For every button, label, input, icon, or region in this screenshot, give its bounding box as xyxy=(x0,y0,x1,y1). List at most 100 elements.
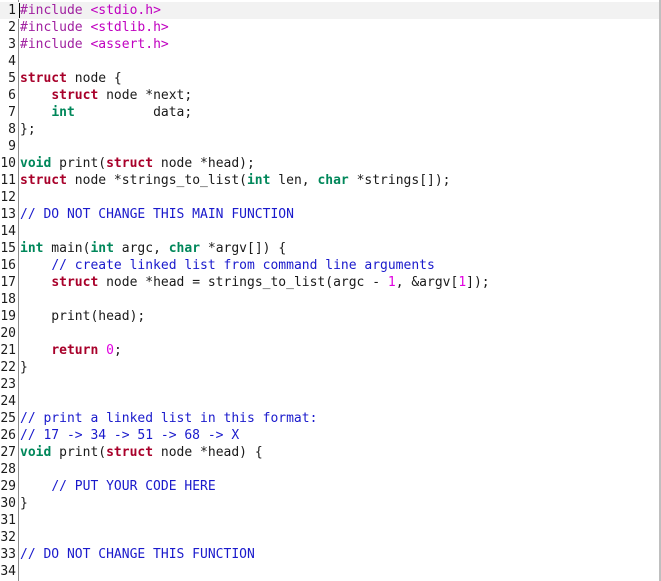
code-token: // DO NOT CHANGE THIS MAIN FUNCTION xyxy=(20,207,294,222)
code-token: <stdlib.h> xyxy=(90,20,169,35)
code-line[interactable]: 20 xyxy=(0,325,659,342)
code-line[interactable]: 7 int data; xyxy=(0,104,659,121)
code-line[interactable]: 12 xyxy=(0,189,659,206)
code-token: void xyxy=(20,445,52,460)
code-text: void print(struct node *head); xyxy=(20,155,255,172)
code-token: // print a linked list in this format: xyxy=(20,411,318,426)
code-line[interactable]: 4 xyxy=(0,53,659,70)
code-text: struct node *head = strings_to_list(argc… xyxy=(20,274,489,291)
code-token: #include xyxy=(20,3,91,18)
line-number: 33 xyxy=(0,547,16,562)
code-token: // DO NOT CHANGE THIS FUNCTION xyxy=(20,547,255,562)
code-text: #include <stdio.h> xyxy=(20,2,161,19)
code-text: // create linked list from command line … xyxy=(20,257,435,274)
code-line[interactable]: 8}; xyxy=(0,121,659,138)
code-text: #include <assert.h> xyxy=(20,36,169,53)
code-line[interactable]: 1 #include <stdio.h> xyxy=(0,2,659,19)
code-token: print(head); xyxy=(20,309,146,324)
code-line[interactable]: 24 xyxy=(0,393,659,410)
code-line[interactable]: 2 #include <stdlib.h> xyxy=(0,19,659,36)
code-line[interactable]: 26 // 17 -> 34 -> 51 -> 68 -> X xyxy=(0,427,659,444)
code-line[interactable]: 30} xyxy=(0,495,659,512)
code-text: // DO NOT CHANGE THIS FUNCTION xyxy=(20,546,255,563)
line-number: 29 xyxy=(0,479,16,494)
code-line[interactable]: 25 // print a linked list in this format: xyxy=(0,410,659,427)
code-token: // 17 -> 34 -> 51 -> 68 -> X xyxy=(20,428,240,443)
code-line[interactable]: 3 #include <assert.h> xyxy=(0,36,659,53)
code-text: #include <stdlib.h> xyxy=(20,19,169,36)
code-text: }; xyxy=(20,121,36,138)
code-line[interactable]: 15 int main(int argc, char *argv[]) { xyxy=(0,240,659,257)
code-line[interactable]: 13 // DO NOT CHANGE THIS MAIN FUNCTION xyxy=(0,206,659,223)
line-number: 7 xyxy=(8,105,16,120)
code-editor[interactable]: 1 #include <stdio.h> 2 #include <stdlib.h> 3… xyxy=(0,0,661,581)
code-token: , &argv[ xyxy=(395,275,459,290)
code-line[interactable]: 19 print(head); xyxy=(0,308,659,325)
code-token: 0 xyxy=(106,343,114,358)
line-number: 31 xyxy=(0,513,16,528)
code-text: // print a linked list in this format: xyxy=(20,410,317,427)
code-token: void xyxy=(20,156,52,171)
code-line[interactable]: 22} xyxy=(0,359,659,376)
line-number: 25 xyxy=(0,411,16,426)
code-line[interactable]: 16 // create linked list from command li… xyxy=(0,257,659,274)
line-number: 15 xyxy=(0,241,16,256)
code-text: // PUT YOUR CODE HERE xyxy=(20,478,216,495)
line-number: 2 xyxy=(8,20,16,35)
code-token: char xyxy=(317,173,349,188)
code-text: struct node *strings_to_list(int len, ch… xyxy=(20,172,451,189)
code-line[interactable]: 21 return 0; xyxy=(0,342,659,359)
code-token: argc, xyxy=(113,241,169,256)
code-line[interactable]: 34 xyxy=(0,563,659,580)
code-line[interactable]: 33 // DO NOT CHANGE THIS FUNCTION xyxy=(0,546,659,563)
code-token: int xyxy=(246,173,271,188)
code-line[interactable]: 9 xyxy=(0,138,659,155)
code-line[interactable]: 14 xyxy=(0,223,659,240)
code-token: int xyxy=(51,105,75,120)
line-number: 5 xyxy=(8,71,16,86)
code-line[interactable]: 10 void print(struct node *head); xyxy=(0,155,659,172)
code-text: } xyxy=(20,359,28,376)
code-line[interactable]: 23 xyxy=(0,376,659,393)
line-number: 24 xyxy=(0,394,16,409)
code-token: *argv[]) { xyxy=(200,241,287,256)
code-token: int xyxy=(20,241,44,256)
line-number: 30 xyxy=(0,496,16,511)
line-number: 13 xyxy=(0,207,16,222)
code-token: struct xyxy=(106,445,154,460)
code-text: void print(struct node *head) { xyxy=(20,444,263,461)
code-token: // PUT YOUR CODE HERE xyxy=(51,479,216,494)
code-token: struct xyxy=(20,173,67,188)
code-line[interactable]: 32 xyxy=(0,529,659,546)
code-text: return 0; xyxy=(20,342,121,359)
code-token: int xyxy=(90,241,114,256)
line-number: 20 xyxy=(0,326,16,341)
code-token: len, xyxy=(270,173,318,188)
code-text: struct node { xyxy=(20,70,122,87)
line-number: 4 xyxy=(8,54,16,69)
code-token: struct xyxy=(20,71,67,86)
code-line[interactable]: 11 struct node *strings_to_list(int len, … xyxy=(0,172,659,189)
code-token: #include xyxy=(20,37,91,52)
code-line[interactable]: 27 void print(struct node *head) { xyxy=(0,444,659,461)
code-token: node *head) { xyxy=(153,445,263,460)
code-line[interactable]: 29 // PUT YOUR CODE HERE xyxy=(0,478,659,495)
code-line[interactable]: 6 struct node *next; xyxy=(0,87,659,104)
code-token: print( xyxy=(51,445,107,460)
line-number: 32 xyxy=(0,530,16,545)
code-token: node { xyxy=(66,71,122,86)
code-line[interactable]: 5 struct node { xyxy=(0,70,659,87)
line-number: 27 xyxy=(0,445,16,460)
code-line[interactable]: 31 xyxy=(0,512,659,529)
code-text: print(head); xyxy=(20,308,145,325)
code-line[interactable]: 28 xyxy=(0,461,659,478)
code-line[interactable]: 17 struct node *head = strings_to_list(a… xyxy=(0,274,659,291)
line-number: 16 xyxy=(0,258,16,273)
code-token: main( xyxy=(43,241,91,256)
line-number: 10 xyxy=(0,156,16,171)
code-line[interactable]: 18 xyxy=(0,291,659,308)
